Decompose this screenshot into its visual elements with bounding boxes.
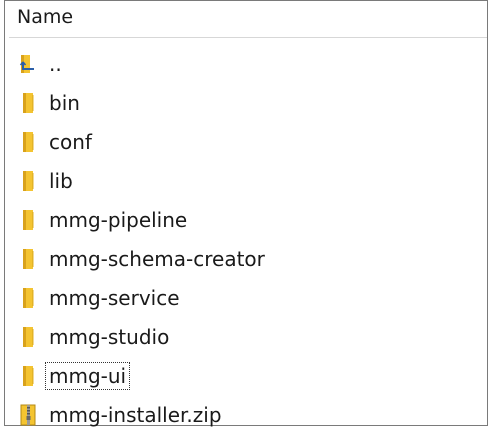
folder-icon [23, 132, 34, 152]
list-item-label: mmg-studio [49, 325, 170, 349]
list-item-mmg-studio[interactable]: mmg-studio [5, 318, 487, 357]
list-item-mmg-installer-zip[interactable]: mmg-installer.zip [5, 396, 487, 435]
list-item-label: mmg-pipeline [49, 208, 188, 232]
list-item-mmg-pipeline[interactable]: mmg-pipeline [5, 201, 487, 240]
list-item-parent[interactable]: .. [5, 45, 487, 84]
list-item-mmg-ui[interactable]: mmg-ui [5, 357, 487, 396]
folder-icon [23, 210, 34, 230]
list-item-mmg-service[interactable]: mmg-service [5, 279, 487, 318]
list-item-label: mmg-schema-creator [49, 247, 265, 271]
list-item-label: mmg-installer.zip [49, 403, 222, 427]
list-item-lib[interactable]: lib [5, 162, 487, 201]
folder-icon [23, 171, 34, 191]
list-item-label: mmg-ui [44, 362, 131, 390]
folder-icon [23, 366, 34, 386]
list-item-label: bin [49, 91, 80, 115]
list-item-bin[interactable]: bin [5, 84, 487, 123]
list-item-mmg-schema-creator[interactable]: mmg-schema-creator [5, 240, 487, 279]
folder-icon [23, 327, 34, 347]
file-list: .. bin conf lib mmg-pipeline mmg-schema-… [5, 45, 487, 435]
file-list-pane: Name .. bin conf lib mmg-pipeline mmg-sc… [4, 0, 488, 427]
column-header-name[interactable]: Name [17, 5, 73, 29]
folder-icon [23, 93, 34, 113]
list-item-label: conf [49, 130, 92, 154]
folder-icon [23, 249, 34, 269]
column-header[interactable]: Name [9, 1, 487, 38]
list-item-label: lib [49, 169, 73, 193]
parent-folder-icon [19, 55, 34, 73]
folder-icon [23, 288, 34, 308]
list-item-label: mmg-service [49, 286, 180, 310]
zip-file-icon [20, 404, 36, 426]
list-item-conf[interactable]: conf [5, 123, 487, 162]
list-item-label: .. [49, 52, 62, 76]
